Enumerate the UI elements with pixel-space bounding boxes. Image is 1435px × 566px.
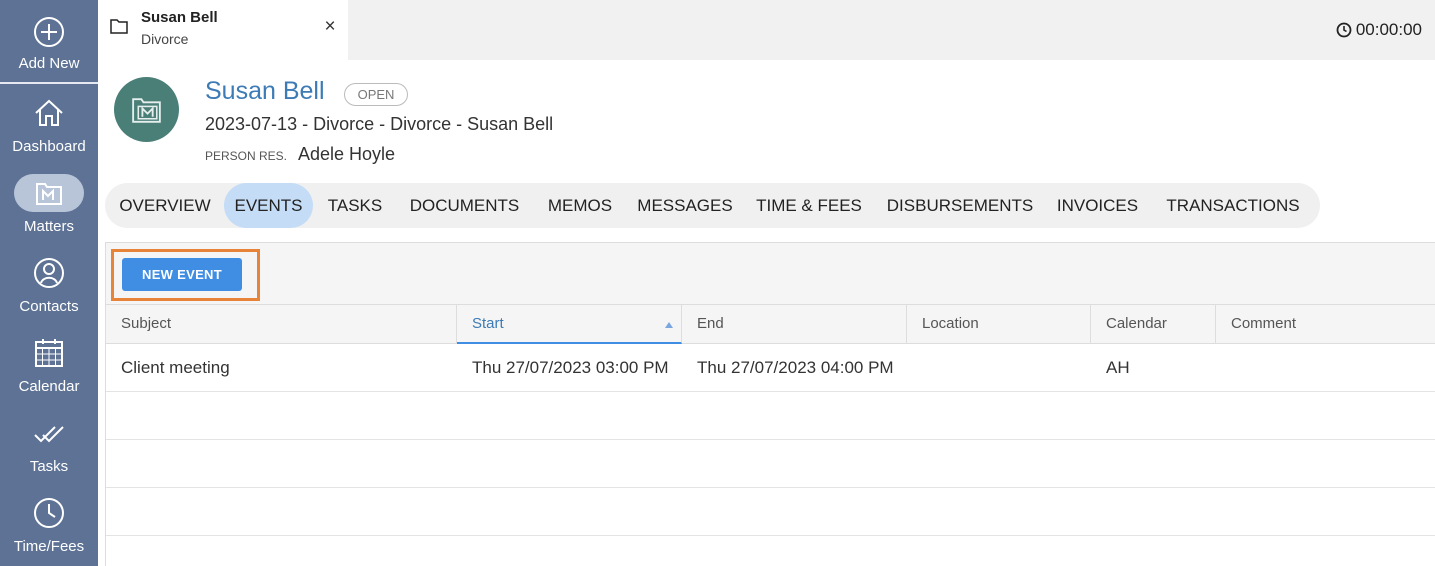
page-title: Susan Bell	[205, 77, 325, 105]
close-icon[interactable]: ×	[322, 17, 338, 37]
folder-m-icon	[36, 183, 62, 205]
home-icon	[35, 99, 63, 126]
sidebar-item-label: Contacts	[19, 298, 79, 315]
sidebar-item-label: Time/Fees	[13, 538, 85, 555]
sidebar-item-label: Matters	[23, 218, 74, 235]
column-header-label: Comment	[1231, 315, 1297, 332]
sidebar-divider	[0, 82, 98, 84]
cell-location	[907, 344, 922, 392]
cell-start: Thu 27/07/2023 03:00 PM	[472, 358, 669, 377]
tab-messages[interactable]: MESSAGES	[635, 183, 735, 228]
tab-title: Susan Bell	[141, 9, 218, 26]
responsible-value[interactable]: Adele Hoyle	[298, 144, 395, 165]
double-check-icon	[34, 426, 64, 443]
plus-circle-icon	[34, 17, 64, 47]
empty-row	[106, 440, 1435, 488]
column-header-comment[interactable]: Comment	[1216, 305, 1435, 344]
column-header-end[interactable]: End	[682, 305, 907, 344]
responsible-label: PERSON RES.	[205, 149, 288, 163]
tab-invoices[interactable]: INVOICES	[1055, 183, 1140, 228]
column-header-label: Subject	[121, 315, 172, 332]
tab-tasks[interactable]: TASKS	[320, 183, 390, 228]
matter-avatar	[114, 77, 179, 142]
column-header-label: Calendar	[1106, 315, 1167, 332]
sidebar-item-contacts[interactable]: Contacts	[0, 246, 98, 326]
tab-overview[interactable]: OVERVIEW	[109, 183, 221, 228]
calendar-icon	[35, 339, 63, 367]
cell-comment	[1216, 344, 1231, 392]
tab-transactions[interactable]: TRANSACTIONS	[1163, 183, 1303, 228]
tab-documents[interactable]: DOCUMENTS	[402, 183, 527, 228]
folder-m-icon	[132, 98, 161, 123]
sidebar-item-label: Add New	[18, 55, 80, 72]
timer[interactable]: 00:00:00	[1336, 20, 1422, 40]
matter-description: 2023-07-13 - Divorce - Divorce - Susan B…	[205, 114, 554, 134]
matter-tabs: OVERVIEW EVENTS TASKS DOCUMENTS MEMOS ME…	[105, 183, 1320, 228]
sidebar-item-label: Calendar	[18, 378, 80, 395]
tab-disbursements[interactable]: DISBURSEMENTS	[885, 183, 1035, 228]
column-header-label: Start	[472, 315, 504, 332]
column-header-label: Location	[922, 315, 979, 332]
sidebar-item-matters[interactable]: Matters	[0, 166, 98, 246]
tab-events[interactable]: EVENTS	[224, 183, 313, 228]
column-header-subject[interactable]: Subject	[106, 305, 457, 344]
grid-toolbar: NEW EVENT	[106, 243, 1435, 305]
tab-time-fees[interactable]: TIME & FEES	[753, 183, 865, 228]
empty-row	[106, 488, 1435, 536]
column-header-label: End	[697, 315, 724, 332]
top-bar: Susan Bell Divorce × 00:00:00	[98, 0, 1435, 60]
tab-memos[interactable]: MEMOS	[540, 183, 620, 228]
clock-icon	[34, 498, 64, 528]
column-header-location[interactable]: Location	[907, 305, 1091, 344]
new-event-button[interactable]: NEW EVENT	[122, 258, 242, 291]
sidebar-item-tasks[interactable]: Tasks	[0, 406, 98, 486]
app-window: Add New Dashboard Matters Contacts Calen…	[0, 0, 1435, 566]
empty-row	[106, 392, 1435, 440]
table-header: Subject Start End Location Calendar Comm…	[106, 305, 1435, 344]
sidebar-item-calendar[interactable]: Calendar	[0, 326, 98, 406]
status-badge: OPEN	[344, 83, 408, 106]
sidebar-item-dashboard[interactable]: Dashboard	[0, 86, 98, 166]
column-header-calendar[interactable]: Calendar	[1091, 305, 1216, 344]
user-circle-icon	[34, 258, 64, 288]
sort-ascending-icon	[665, 322, 673, 328]
stopwatch-icon	[1336, 22, 1352, 38]
sidebar-item-label: Dashboard	[12, 138, 86, 155]
column-header-start[interactable]: Start	[457, 305, 682, 344]
folder-icon	[110, 19, 128, 34]
matter-tab[interactable]: Susan Bell Divorce ×	[98, 0, 348, 60]
cell-calendar: AH	[1106, 358, 1130, 377]
sidebar-item-time-fees[interactable]: Time/Fees	[0, 486, 98, 566]
cell-end: Thu 27/07/2023 04:00 PM	[697, 358, 894, 377]
cell-subject: Client meeting	[121, 358, 230, 377]
tab-subtitle: Divorce	[141, 31, 189, 47]
events-grid: NEW EVENT Subject Start End Location Cal…	[105, 242, 1435, 566]
sidebar-item-add-new[interactable]: Add New	[0, 0, 98, 80]
sidebar: Add New Dashboard Matters Contacts Calen…	[0, 0, 98, 566]
sidebar-item-label: Tasks	[29, 458, 69, 475]
timer-value: 00:00:00	[1355, 20, 1422, 39]
table-row[interactable]: Client meeting Thu 27/07/2023 03:00 PM T…	[106, 344, 1435, 392]
